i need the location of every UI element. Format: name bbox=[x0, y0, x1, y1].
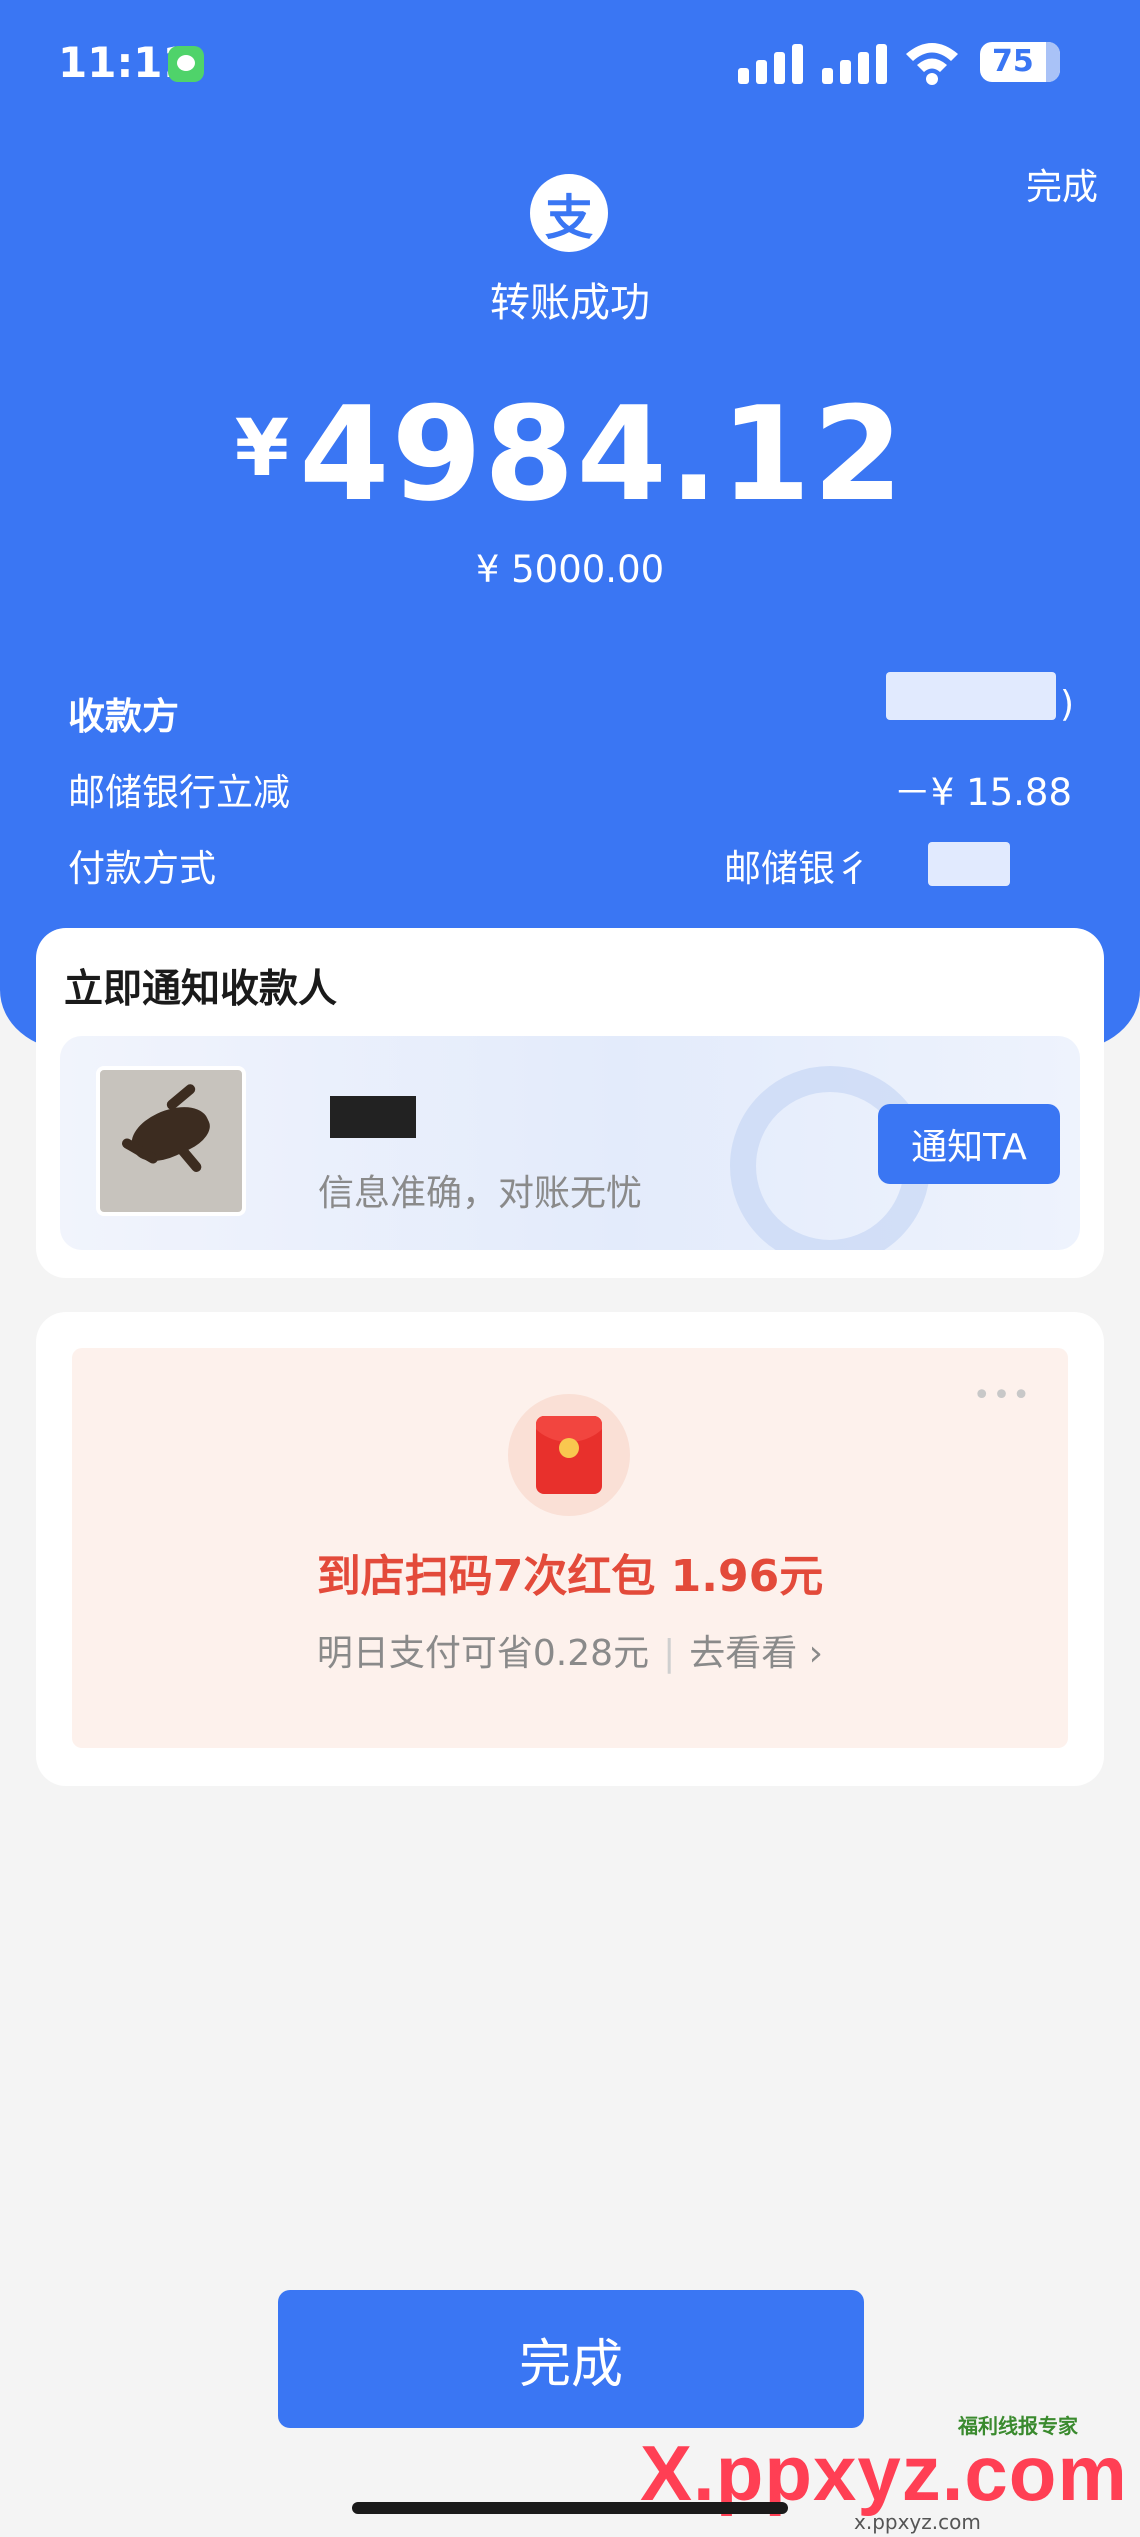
notify-payee-button[interactable]: 通知TA bbox=[878, 1104, 1060, 1184]
promo-subtitle-row: 明日支付可省0.28元 | 去看看 › bbox=[72, 1624, 1068, 1676]
amount-value: 4984.12 bbox=[299, 378, 906, 530]
alipay-logo-glyph: 支 bbox=[544, 190, 593, 246]
payee-label: 收款方 bbox=[68, 695, 179, 738]
notify-card: 立即通知收款人 信息准确，对账无忧 通知TA bbox=[36, 928, 1104, 1278]
status-bar: 11:11 75 bbox=[0, 0, 1140, 130]
promo-subtitle: 明日支付可省0.28元 bbox=[316, 1633, 650, 1674]
payee-name-redacted bbox=[886, 672, 1056, 720]
payment-method-value: 邮储银彳 bbox=[724, 847, 872, 890]
home-indicator[interactable] bbox=[352, 2502, 788, 2514]
promo-title: 到店扫码7次红包 1.96元 bbox=[316, 1551, 824, 1602]
discount-row: 邮储银行立减 －¥ 15.88 bbox=[68, 762, 1072, 822]
battery-level: 75 bbox=[992, 44, 1034, 79]
red-envelope-icon bbox=[508, 1394, 630, 1516]
currency-symbol: ¥ bbox=[234, 404, 290, 494]
payee-name-redacted-block bbox=[330, 1096, 416, 1138]
payment-method-row[interactable]: 付款方式 邮储银彳 bbox=[68, 838, 1072, 898]
done-button[interactable]: 完成 bbox=[278, 2290, 864, 2428]
promo-card: ••• 到店扫码7次红包 1.96元 明日支付可省0.28元 | 去看看 › bbox=[36, 1312, 1104, 1786]
watermark-url: x.ppxyz.com bbox=[854, 2510, 981, 2534]
promo-banner[interactable]: ••• 到店扫码7次红包 1.96元 明日支付可省0.28元 | 去看看 › bbox=[72, 1348, 1068, 1748]
card-number-redacted bbox=[928, 842, 1010, 886]
chevron-right-icon: › bbox=[797, 1633, 824, 1674]
notify-title: 立即通知收款人 bbox=[64, 967, 338, 1012]
message-notification-icon bbox=[168, 46, 204, 82]
signal-icon-2 bbox=[822, 40, 894, 84]
promo-link[interactable]: 去看看 bbox=[689, 1633, 797, 1674]
paid-amount: ¥4984.12 bbox=[0, 378, 1140, 530]
notify-panel: 信息准确，对账无忧 通知TA bbox=[60, 1036, 1080, 1250]
notify-subtitle: 信息准确，对账无忧 bbox=[318, 1173, 643, 1214]
wifi-icon bbox=[906, 43, 958, 85]
separator: | bbox=[663, 1633, 676, 1674]
signal-icon bbox=[738, 40, 810, 84]
payee-avatar bbox=[96, 1066, 246, 1216]
alipay-logo-icon: 支 bbox=[530, 174, 608, 252]
more-options-icon[interactable]: ••• bbox=[973, 1378, 1032, 1413]
payment-method-label: 付款方式 bbox=[68, 847, 216, 890]
payee-paren-close: ) bbox=[1060, 684, 1075, 725]
battery-icon: 75 bbox=[980, 42, 1060, 82]
done-top-button[interactable]: 完成 bbox=[1026, 158, 1098, 210]
transfer-status: 转账成功 bbox=[490, 280, 650, 326]
original-amount: ¥ 5000.00 bbox=[475, 548, 665, 591]
discount-label: 邮储银行立减 bbox=[68, 771, 290, 814]
discount-value: －¥ 15.88 bbox=[893, 771, 1072, 814]
